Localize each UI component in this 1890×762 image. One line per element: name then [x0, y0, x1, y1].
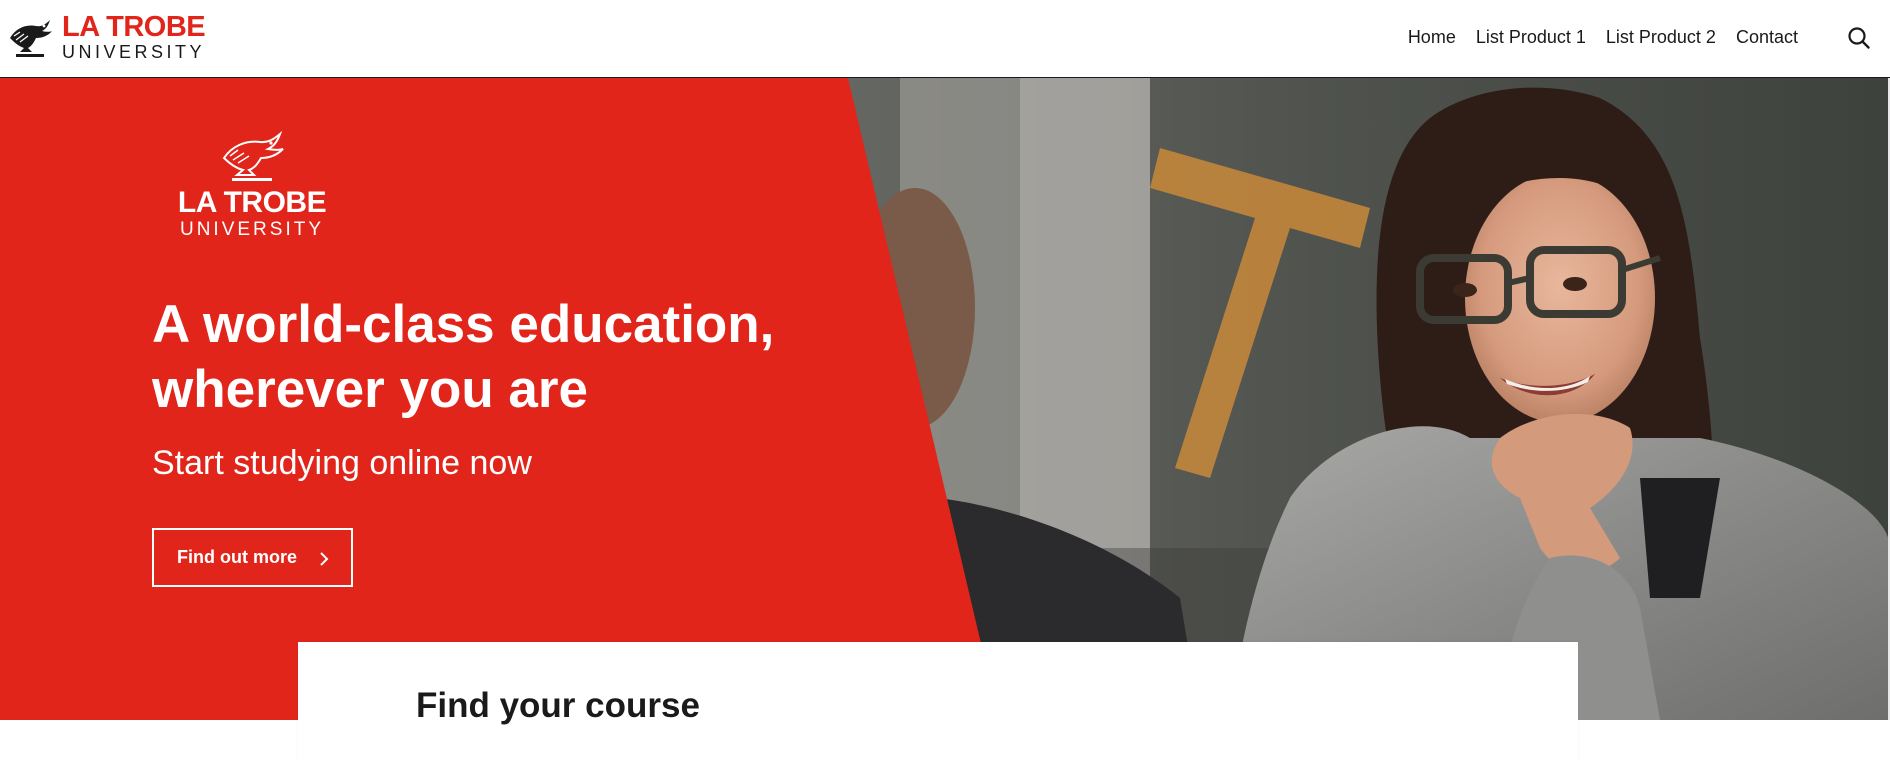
hero-logo: LA TROBE UNIVERSITY	[172, 128, 332, 239]
nav-home[interactable]: Home	[1408, 27, 1456, 48]
hero-logo-wordmark-top: LA TROBE	[177, 186, 327, 219]
course-finder-card: Find your course	[298, 642, 1578, 762]
nav-contact[interactable]: Contact	[1736, 27, 1798, 48]
logo-wordmark-top: LA TROBE	[62, 11, 206, 43]
eagle-emblem-icon	[10, 20, 52, 57]
main-nav: Home List Product 1 List Product 2 Conta…	[1408, 0, 1798, 74]
course-finder-title: Find your course	[416, 686, 700, 725]
hero-banner: LA TROBE UNIVERSITY A world-class educat…	[0, 78, 1890, 720]
hero-subtitle: Start studying online now	[152, 444, 532, 482]
search-icon	[1848, 27, 1870, 49]
find-out-more-label: Find out more	[177, 547, 297, 567]
hero-logo-wordmark-bottom: UNIVERSITY	[179, 219, 325, 240]
find-out-more-button[interactable]: Find out more	[152, 528, 353, 587]
logo-wordmark-bottom: UNIVERSITY	[62, 42, 206, 62]
search-button[interactable]	[1844, 23, 1874, 53]
site-header: LA TROBE UNIVERSITY Home List Product 1 …	[0, 0, 1890, 78]
eagle-emblem-icon	[222, 130, 284, 181]
nav-list-product-2[interactable]: List Product 2	[1606, 27, 1716, 48]
hero-title: A world-class education, wherever you ar…	[152, 292, 852, 422]
hero-title-line-2: wherever you are	[152, 360, 589, 419]
chevron-right-icon	[320, 552, 329, 566]
site-logo[interactable]: LA TROBE UNIVERSITY	[6, 11, 206, 62]
nav-list-product-1[interactable]: List Product 1	[1476, 27, 1586, 48]
hero-title-line-1: A world-class education,	[152, 295, 775, 354]
